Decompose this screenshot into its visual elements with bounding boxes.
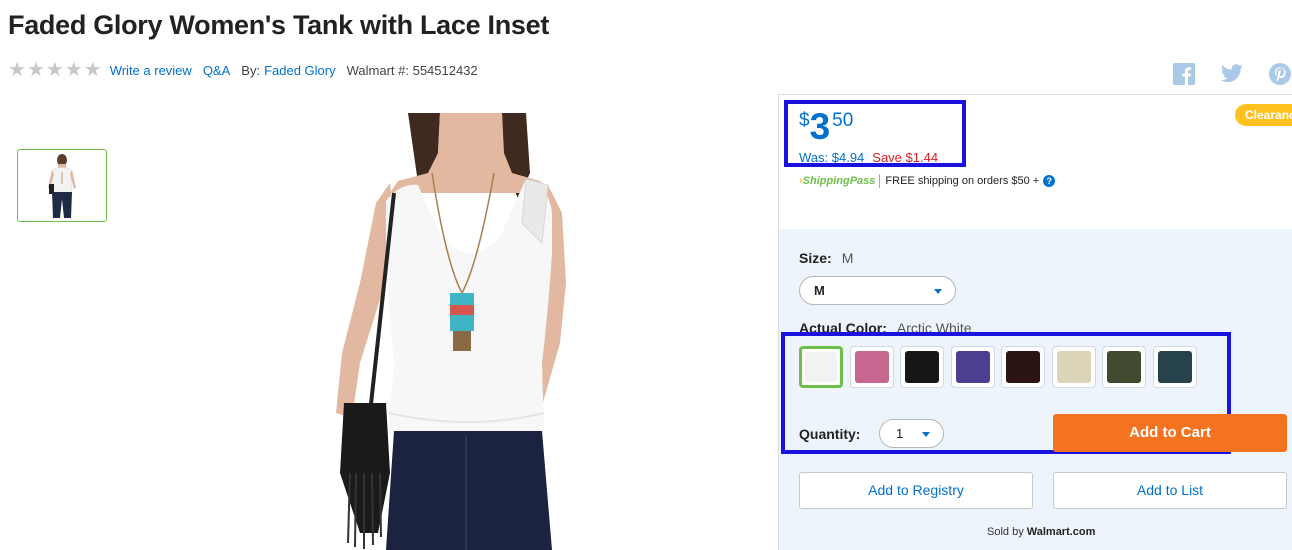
add-to-registry-button[interactable]: Add to Registry	[799, 472, 1033, 509]
add-to-cart-button[interactable]: Add to Cart	[1053, 414, 1287, 452]
qa-link[interactable]: Q&A	[203, 63, 230, 78]
price-dollars: 3	[809, 106, 831, 147]
product-title: Faded Glory Women's Tank with Lace Inset	[8, 10, 550, 40]
chevron-down-icon	[934, 289, 942, 294]
color-swatch-fill	[805, 352, 837, 382]
help-icon[interactable]: ?	[1043, 175, 1056, 187]
size-selected: M	[814, 283, 825, 298]
color-swatch[interactable]	[951, 346, 995, 388]
chevron-down-icon	[922, 432, 930, 437]
price-comparison: Was: $4.94 Save $1.44	[799, 150, 938, 165]
size-label: Size: M	[799, 250, 853, 266]
price-currency: $	[799, 110, 810, 131]
shipping-text: FREE shipping on orders $50 +	[885, 175, 1040, 187]
rating-stars[interactable]: ★ ★ ★ ★ ★	[8, 60, 102, 80]
color-swatch-fill	[1057, 351, 1091, 383]
add-to-list-button[interactable]: Add to List	[1053, 472, 1287, 509]
shippingpass-label: ShippingPass	[802, 175, 876, 187]
size-current: M	[841, 250, 854, 266]
shippingpass-logo[interactable]: ›ShippingPass	[799, 175, 875, 187]
size-label-text: Size:	[799, 250, 832, 266]
star-icon: ★	[26, 59, 45, 81]
color-swatch-fill	[1006, 351, 1040, 383]
by-label: By:	[241, 62, 261, 78]
color-swatch[interactable]	[1153, 346, 1197, 388]
color-swatch[interactable]	[900, 346, 944, 388]
color-swatch-fill	[956, 351, 990, 383]
color-swatch[interactable]	[1102, 346, 1146, 388]
star-icon: ★	[83, 59, 102, 81]
color-swatch-fill	[855, 351, 889, 383]
walmart-number: Walmart #: 554512432	[346, 62, 478, 78]
twitter-icon[interactable]	[1220, 62, 1244, 86]
product-thumbnail[interactable]	[17, 149, 107, 222]
sold-by-prefix: Sold by	[987, 526, 1024, 538]
quantity-value: 1	[896, 426, 904, 441]
size-dropdown[interactable]: M	[799, 276, 956, 305]
was-price: Was: $4.94	[799, 150, 865, 165]
brand-link[interactable]: Faded Glory	[264, 63, 336, 78]
save-amount: Save $1.44	[872, 150, 939, 165]
current-price: $3 50	[799, 107, 853, 147]
product-meta: ★ ★ ★ ★ ★ Write a review Q&A By: Faded G…	[8, 60, 482, 80]
color-swatch[interactable]	[850, 346, 894, 388]
quantity-dropdown[interactable]: 1	[879, 419, 944, 448]
star-icon: ★	[8, 59, 26, 81]
color-swatch-fill	[905, 351, 939, 383]
sold-by: Sold by Walmart.com	[987, 526, 1095, 538]
write-review-link[interactable]: Write a review	[110, 63, 192, 78]
product-main-image[interactable]	[290, 113, 630, 550]
color-swatch[interactable]	[1052, 346, 1096, 388]
shipping-info: ›ShippingPass FREE shipping on orders $5…	[799, 173, 1056, 189]
color-swatch-fill	[1107, 351, 1141, 383]
star-icon: ★	[45, 59, 64, 81]
color-swatch[interactable]	[799, 346, 843, 388]
color-swatch-fill	[1158, 351, 1192, 383]
quantity-label: Quantity:	[799, 426, 861, 442]
facebook-icon[interactable]	[1172, 62, 1196, 86]
star-icon: ★	[64, 59, 83, 81]
color-swatch[interactable]	[1001, 346, 1045, 388]
pinterest-icon[interactable]	[1268, 62, 1292, 86]
seller-name: Walmart.com	[1026, 526, 1096, 538]
product-photo	[336, 113, 566, 550]
price-cents: 50	[832, 110, 854, 131]
clearance-badge[interactable]: Clearance	[1235, 104, 1292, 126]
thumbnail-image	[48, 153, 76, 218]
divider	[879, 174, 881, 188]
